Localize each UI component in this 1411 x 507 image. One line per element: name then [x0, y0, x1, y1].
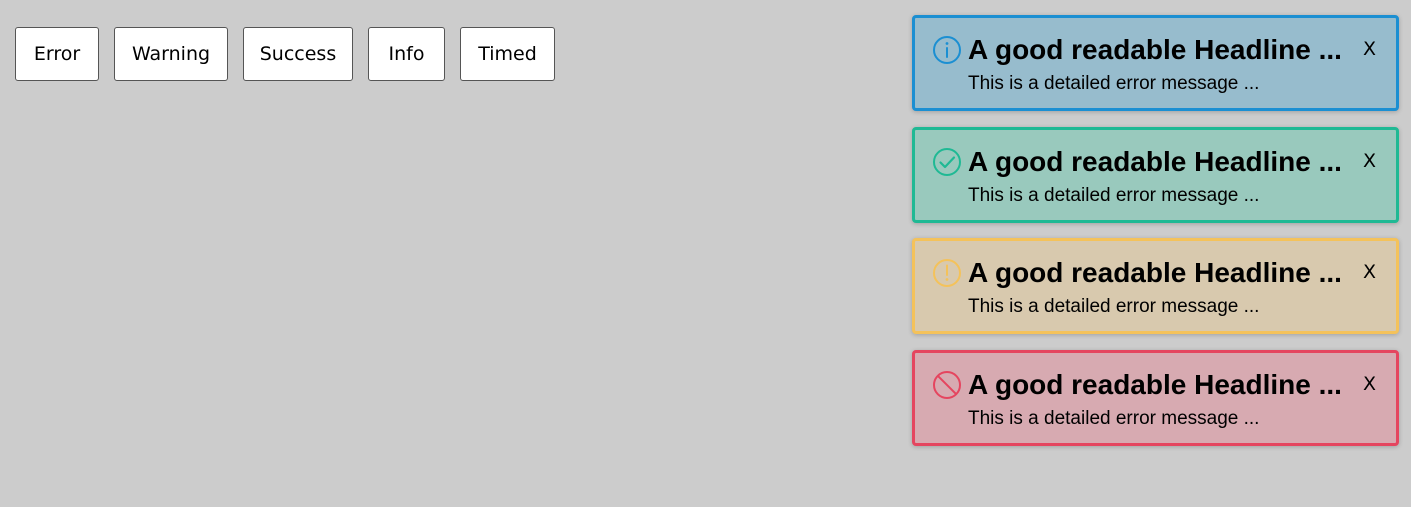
toast-warning: A good readable Headline ... This is a d… — [912, 238, 1399, 334]
toast-message: This is a detailed error message ... — [968, 296, 1260, 317]
toast-message: This is a detailed error message ... — [968, 73, 1260, 94]
toast-close-button[interactable]: X — [1363, 149, 1376, 173]
error-button[interactable]: Error — [15, 27, 99, 81]
toast-title: A good readable Headline ... — [968, 257, 1342, 288]
toast-title: A good readable Headline ... — [968, 369, 1342, 400]
timed-button[interactable]: Timed — [460, 27, 555, 81]
success-button[interactable]: Success — [243, 27, 353, 81]
toast-title: A good readable Headline ... — [968, 146, 1342, 177]
toast-title: A good readable Headline ... — [968, 34, 1342, 65]
toast-success: A good readable Headline ... This is a d… — [912, 127, 1399, 223]
toast-message: This is a detailed error message ... — [968, 185, 1260, 206]
ban-circle-icon — [931, 369, 963, 401]
toast-message: This is a detailed error message ... — [968, 408, 1260, 429]
toast-error: A good readable Headline ... This is a d… — [912, 350, 1399, 446]
toast-info: A good readable Headline ... This is a d… — [912, 15, 1399, 111]
info-circle-icon — [931, 34, 963, 66]
toast-close-button[interactable]: X — [1363, 372, 1376, 396]
toast-close-button[interactable]: X — [1363, 260, 1376, 284]
toast-close-button[interactable]: X — [1363, 37, 1376, 61]
exclamation-circle-icon — [931, 257, 963, 289]
warning-button[interactable]: Warning — [114, 27, 228, 81]
info-button[interactable]: Info — [368, 27, 445, 81]
check-circle-icon — [931, 146, 963, 178]
